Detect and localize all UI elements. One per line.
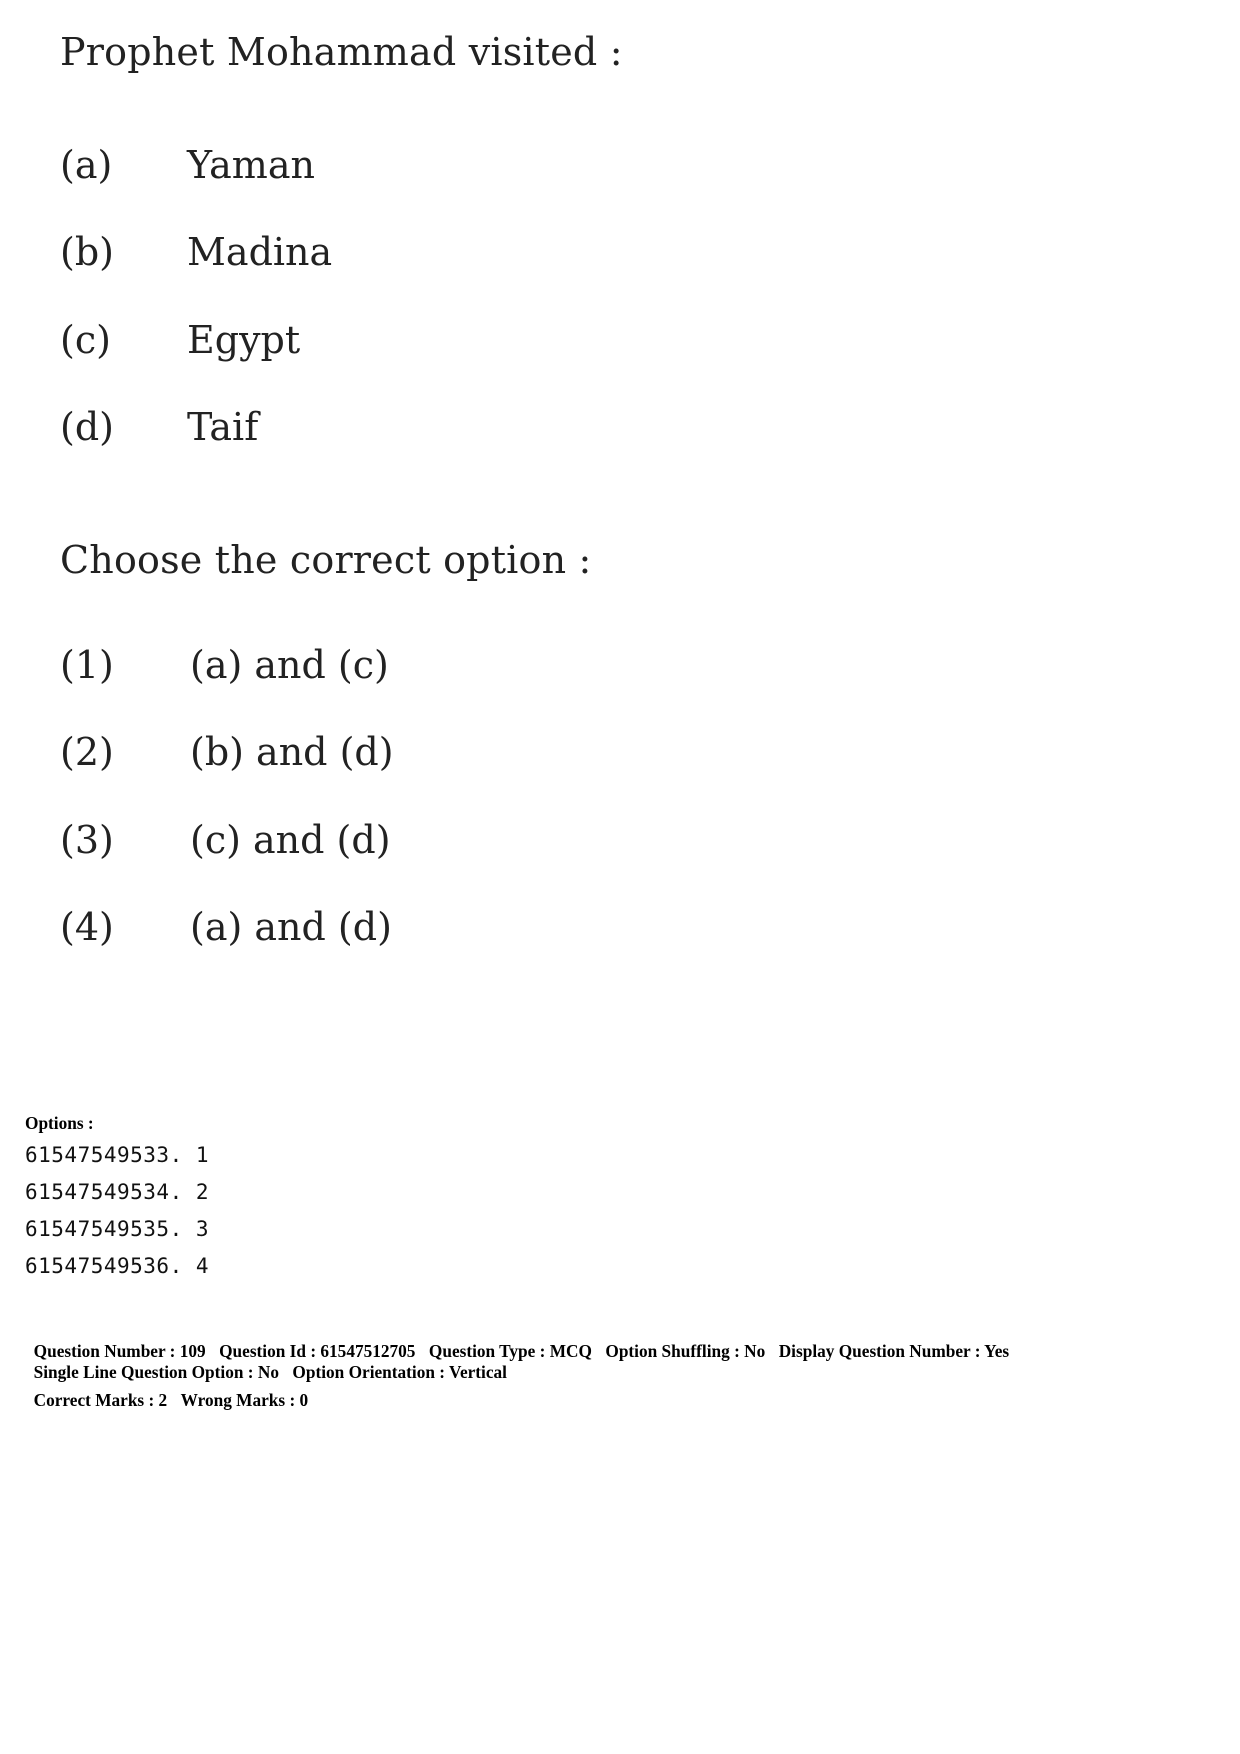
statement-item: (b) Madina bbox=[60, 230, 332, 274]
marks-line: Correct Marks : 2 Wrong Marks : 0 bbox=[25, 1369, 322, 1411]
statement-text: Egypt bbox=[187, 318, 301, 362]
choice-label: (4) bbox=[60, 905, 114, 949]
answer-choice: (3) (c) and (d) bbox=[60, 818, 391, 862]
statement-item: (c) Egypt bbox=[60, 318, 300, 362]
options-heading: Options : bbox=[25, 1113, 94, 1133]
choice-label: (3) bbox=[60, 818, 114, 862]
option-id-row: 61547549536. 4 bbox=[25, 1254, 210, 1278]
wrong-marks: Wrong Marks : 0 bbox=[180, 1390, 309, 1410]
option-id-row: 61547549535. 3 bbox=[25, 1217, 210, 1241]
display-question-number: Display Question Number : Yes bbox=[778, 1341, 1010, 1361]
choice-text: (b) and (d) bbox=[190, 730, 394, 774]
statement-label: (d) bbox=[60, 405, 114, 449]
option-shuffling: Option Shuffling : No bbox=[605, 1341, 766, 1361]
statement-item: (a) Yaman bbox=[60, 143, 315, 187]
statement-text: Taif bbox=[187, 405, 259, 449]
option-orientation: Option Orientation : Vertical bbox=[292, 1362, 507, 1382]
statement-item: (d) Taif bbox=[60, 405, 258, 449]
statement-text: Yaman bbox=[187, 143, 315, 187]
choice-text: (c) and (d) bbox=[190, 818, 391, 862]
choice-label: (2) bbox=[60, 730, 114, 774]
question-stem: Prophet Mohammad visited : bbox=[60, 30, 623, 74]
statement-label: (b) bbox=[60, 230, 114, 274]
statement-text: Madina bbox=[187, 230, 333, 274]
choose-instruction: Choose the correct option : bbox=[60, 538, 592, 582]
option-id-row: 61547549533. 1 bbox=[25, 1143, 210, 1167]
statement-label: (c) bbox=[60, 318, 111, 362]
answer-choice: (4) (a) and (d) bbox=[60, 905, 392, 949]
option-id-row: 61547549534. 2 bbox=[25, 1180, 210, 1204]
choice-label: (1) bbox=[60, 643, 114, 687]
statement-label: (a) bbox=[60, 143, 113, 187]
question-image: Prophet Mohammad visited : (a) Yaman (b)… bbox=[0, 0, 1240, 1000]
answer-choice: (2) (b) and (d) bbox=[60, 730, 394, 774]
correct-marks: Correct Marks : 2 bbox=[33, 1390, 168, 1410]
choice-text: (a) and (c) bbox=[190, 643, 389, 687]
answer-choice: (1) (a) and (c) bbox=[60, 643, 389, 687]
choice-text: (a) and (d) bbox=[190, 905, 392, 949]
